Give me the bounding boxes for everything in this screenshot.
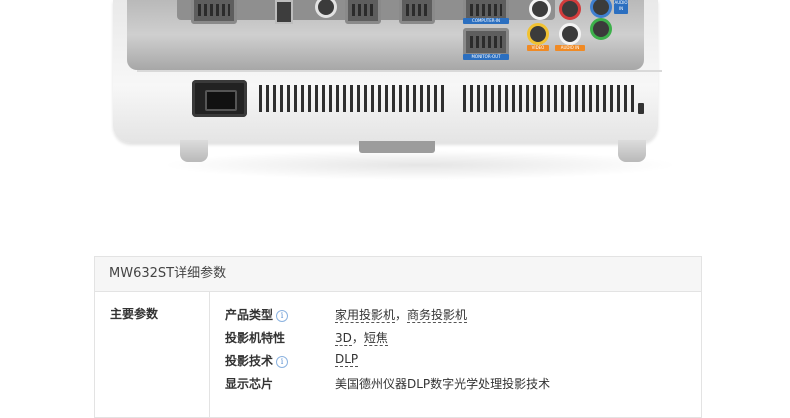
panel-edge [137, 70, 662, 72]
info-icon[interactable]: i [276, 310, 289, 322]
audio-r-port [559, 0, 581, 20]
projector-body: COMPUTER-IN MONITOR-OUT VIDEO AUDIO IN A… [113, 0, 662, 153]
left-foot [180, 140, 208, 162]
projector-shadow [160, 150, 680, 180]
serial-port [399, 0, 435, 24]
spec-label: 投影机特性 [225, 331, 286, 345]
spec-value-link[interactable]: 短焦 [363, 331, 388, 346]
spec-table: MW632ST详细参数 主要参数 产品类型 i 家用投影机，商务投影机 投影机特性… [94, 256, 702, 418]
computer-in-label: COMPUTER-IN [463, 18, 509, 24]
monitor-out-label: MONITOR-OUT [463, 54, 509, 60]
spec-group-main: 主要参数 [95, 292, 210, 417]
spec-table-title: MW632ST详细参数 [95, 257, 701, 292]
spec-group-title: 主要参数 [110, 307, 159, 321]
spec-label: 投影技术 [225, 354, 274, 368]
kensington-lock-slot [638, 103, 644, 114]
audio-in-right-label: AUDIO IN [614, 0, 628, 14]
product-image: COMPUTER-IN MONITOR-OUT VIDEO AUDIO IN A… [0, 0, 790, 195]
audio-l-port [559, 23, 581, 45]
hdmi-port [345, 0, 381, 24]
right-foot [618, 140, 646, 162]
spec-value: 美国德州仪器DLP数字光学处理投影技术 [335, 377, 551, 391]
power-socket [192, 80, 247, 117]
spec-value-link[interactable]: 商务投影机 [407, 308, 468, 323]
connector-panel: COMPUTER-IN MONITOR-OUT VIDEO AUDIO IN A… [127, 0, 662, 72]
monitor-out-port [463, 28, 509, 56]
value-separator: ， [395, 308, 408, 322]
spec-label: 显示芯片 [225, 377, 274, 391]
video-label: VIDEO [527, 45, 549, 51]
audio-in-port [590, 0, 612, 18]
spec-value-link[interactable]: 3D [335, 331, 352, 346]
audio-out-port [590, 18, 612, 40]
video-port [527, 23, 549, 45]
spec-value-link[interactable]: DLP [335, 352, 359, 367]
spec-value-link[interactable]: 家用投影机 [335, 308, 396, 323]
vga-port [191, 0, 237, 24]
usb-port [275, 0, 293, 24]
audio-in-label: AUDIO IN [555, 45, 585, 51]
value-separator: ， [351, 331, 364, 345]
vent-grille-right [463, 85, 638, 112]
spec-label: 产品类型 [225, 308, 274, 322]
bottom-tab [359, 141, 435, 153]
vent-grille-left [259, 85, 448, 112]
info-icon[interactable]: i [276, 356, 289, 368]
